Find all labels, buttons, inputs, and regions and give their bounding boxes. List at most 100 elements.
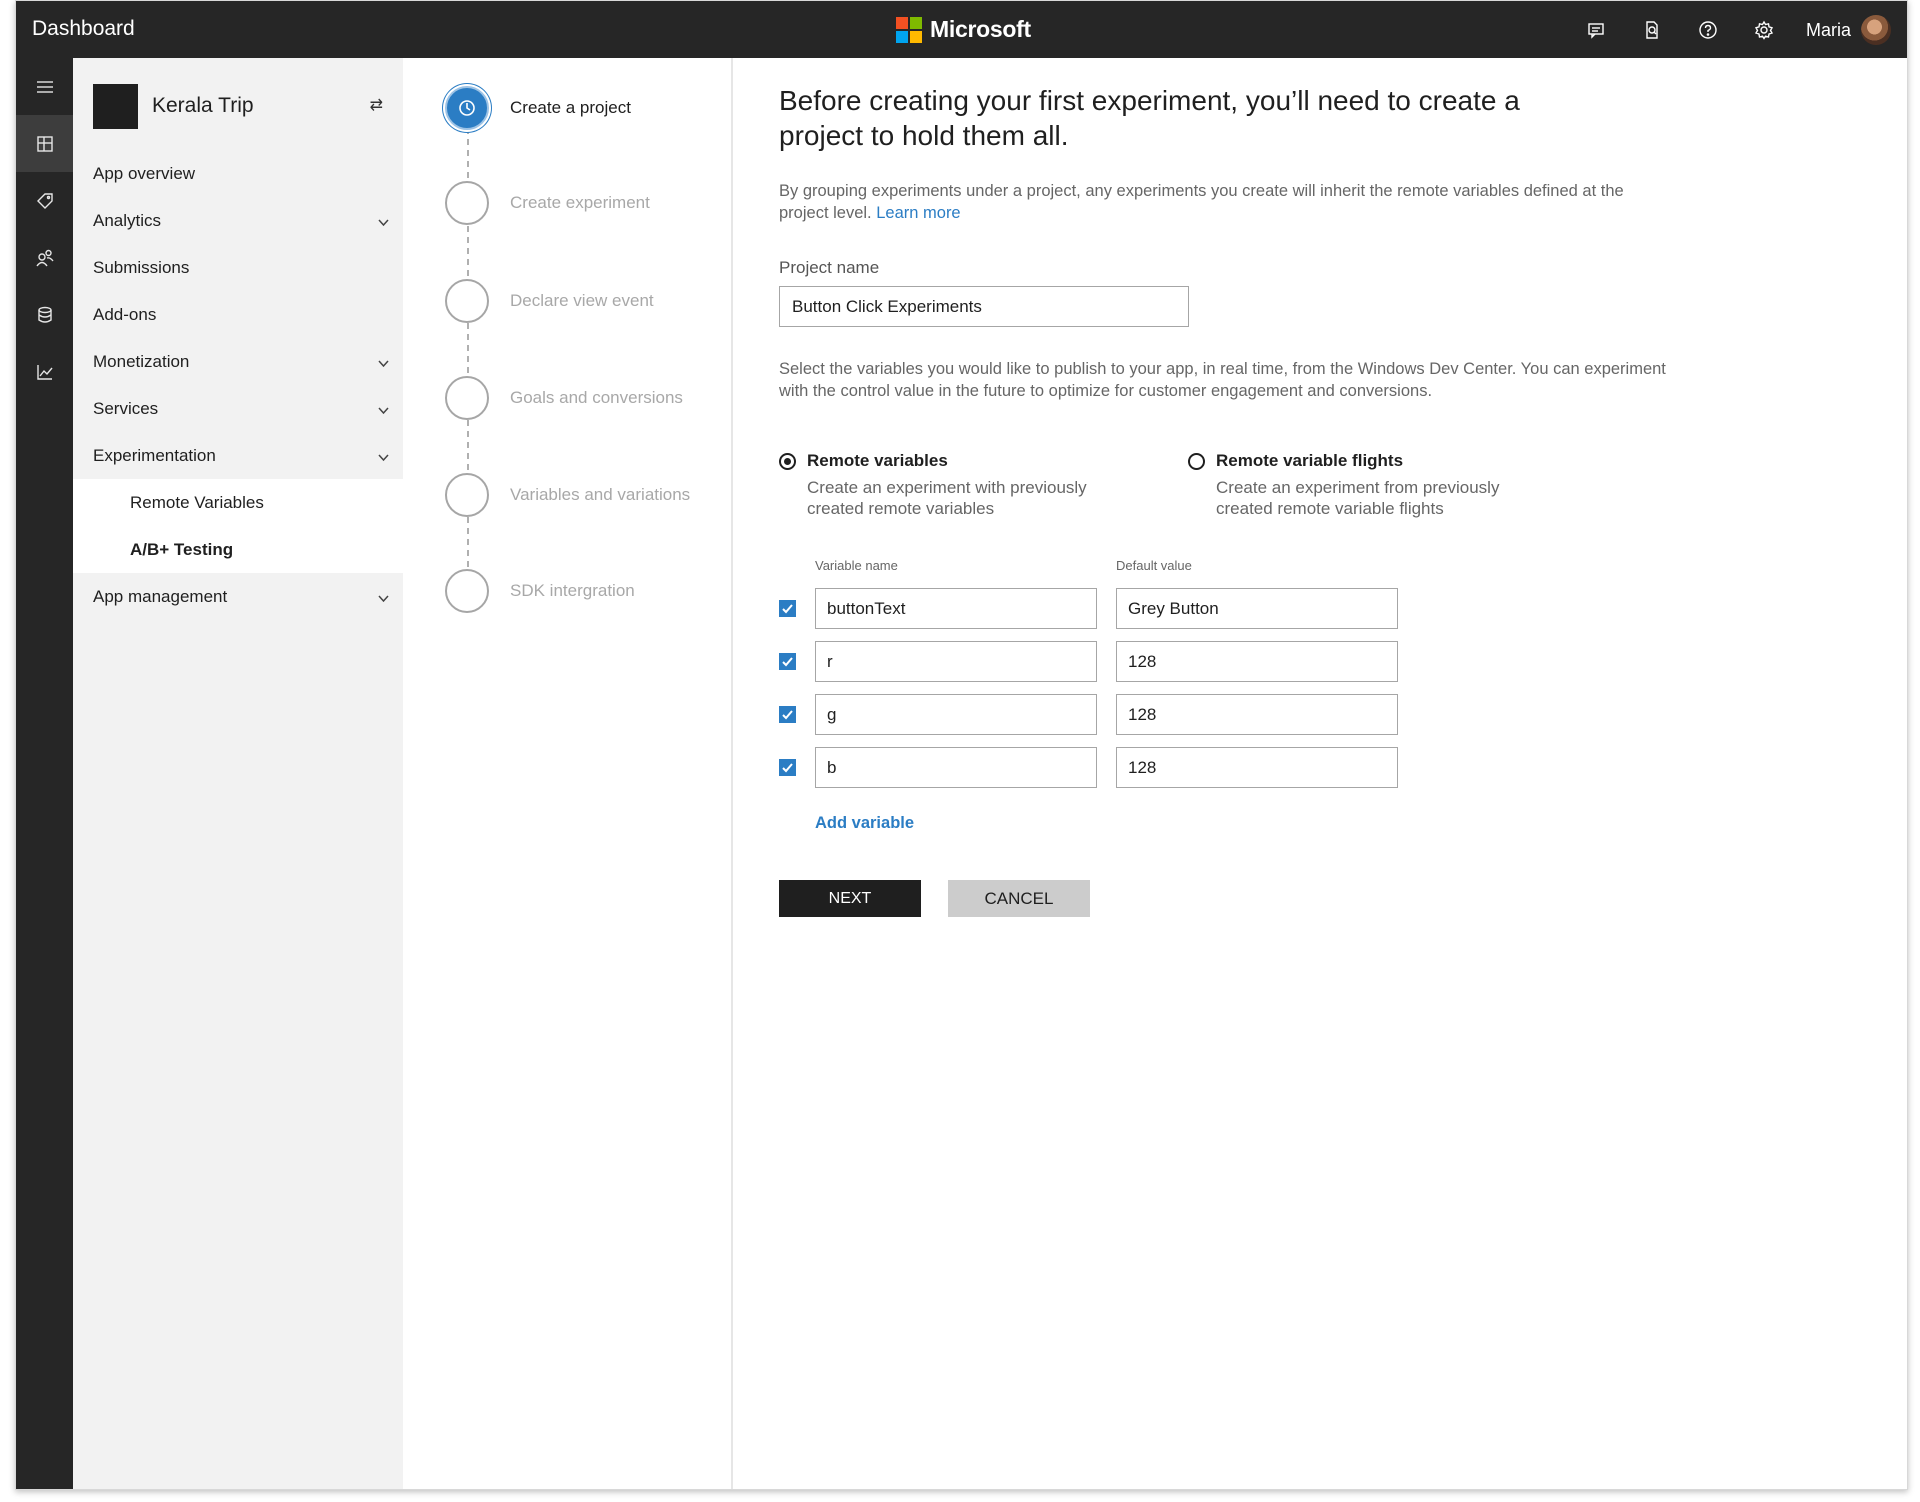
nav-item-label: Submissions	[93, 257, 190, 277]
default-value-input[interactable]	[1116, 641, 1398, 682]
variable-name-input[interactable]	[815, 694, 1097, 735]
checkbox-checked-icon[interactable]	[779, 653, 796, 670]
column-header-variable-name: Variable name	[815, 558, 898, 573]
step-circle	[445, 279, 489, 323]
step-variables-variations[interactable]: Variables and variations	[445, 472, 690, 518]
project-description: By grouping experiments under a project,…	[779, 180, 1659, 224]
microsoft-brand: Microsoft	[896, 16, 1031, 43]
settings-icon[interactable]	[1736, 13, 1792, 47]
chart-icon[interactable]	[16, 343, 73, 400]
feedback-icon[interactable]	[1568, 13, 1624, 47]
variable-name-input[interactable]	[815, 588, 1097, 629]
nav-list: App overview Analytics Submissions Add-o…	[73, 150, 403, 620]
nav-item-experimentation[interactable]: Experimentation	[73, 432, 403, 479]
nav-item-add-ons[interactable]: Add-ons	[73, 291, 403, 338]
radio-remote-variable-flights[interactable]: Remote variable flights Create an experi…	[1188, 451, 1528, 519]
hamburger-menu-icon[interactable]	[16, 58, 73, 115]
app-name: Kerala Trip	[152, 94, 254, 117]
help-icon[interactable]	[1680, 13, 1736, 47]
radio-selected-icon[interactable]	[779, 452, 796, 470]
clock-icon	[445, 86, 489, 130]
app-tile	[93, 83, 138, 129]
wizard-steps: Create a project Create experiment Decla…	[403, 58, 733, 1489]
radio-desc: Create an experiment with previously cre…	[807, 478, 1087, 518]
swap-app-icon[interactable]: ⇄	[370, 95, 383, 115]
step-label: SDK intergration	[510, 581, 635, 600]
variable-name-input[interactable]	[815, 747, 1097, 788]
page-title: Before creating your first experiment, y…	[779, 85, 1520, 151]
step-circle	[445, 376, 489, 420]
dashboard-icon[interactable]	[16, 115, 73, 172]
nav-item-label: Experimentation	[93, 445, 216, 465]
checkbox-checked-icon[interactable]	[779, 706, 796, 723]
radio-desc: Create an experiment from previously cre…	[1216, 478, 1500, 518]
user-name[interactable]: Maria	[1806, 20, 1851, 41]
project-name-label: Project name	[779, 258, 880, 277]
radio-unselected-icon[interactable]	[1188, 452, 1205, 470]
radio-remote-variables[interactable]: Remote variables Create an experiment wi…	[779, 451, 1119, 519]
dashboard-title[interactable]: Dashboard	[32, 17, 135, 41]
nav-item-label: Add-ons	[93, 304, 157, 324]
microsoft-logo-icon	[896, 16, 922, 43]
step-create-experiment[interactable]: Create experiment	[445, 180, 650, 226]
users-icon[interactable]	[16, 229, 73, 286]
app-header: Kerala Trip ⇄	[93, 83, 393, 129]
step-circle	[445, 569, 489, 613]
brand-name: Microsoft	[930, 16, 1031, 42]
step-connector	[467, 420, 469, 470]
learn-more-link[interactable]: Learn more	[876, 204, 960, 222]
tag-icon[interactable]	[16, 172, 73, 229]
checkbox-checked-icon[interactable]	[779, 600, 796, 617]
step-connector	[467, 323, 469, 373]
step-create-project[interactable]: Create a project	[445, 85, 631, 131]
nav-sub-ab-testing[interactable]: A/B+ Testing	[73, 526, 403, 573]
top-bar: Dashboard Microsoft Maria	[16, 1, 1907, 58]
nav-item-analytics[interactable]: Analytics	[73, 197, 403, 244]
add-variable-link[interactable]: Add variable	[815, 814, 914, 833]
step-connector	[467, 517, 469, 567]
chevron-down-icon	[378, 213, 389, 227]
step-sdk-integration[interactable]: SDK intergration	[445, 568, 635, 614]
radio-title: Remote variables	[807, 451, 948, 470]
icon-rail	[16, 58, 73, 1489]
project-name-input[interactable]	[779, 286, 1189, 327]
chevron-down-icon	[378, 448, 389, 462]
nav-item-label: App overview	[93, 163, 196, 183]
nav-item-submissions[interactable]: Submissions	[73, 244, 403, 291]
app-window: Dashboard Microsoft Maria Kerala Trip ⇄ …	[15, 0, 1908, 1490]
default-value-input[interactable]	[1116, 747, 1398, 788]
default-value-input[interactable]	[1116, 588, 1398, 629]
step-connector	[467, 128, 469, 178]
step-connector	[467, 226, 469, 276]
nav-item-label: Analytics	[93, 210, 162, 230]
nav-item-label: App management	[93, 586, 228, 606]
document-search-icon[interactable]	[1624, 13, 1680, 47]
nav-sub-remote-variables[interactable]: Remote Variables	[73, 479, 403, 526]
nav-sub-label: A/B+ Testing	[130, 539, 234, 559]
nav-item-app-management[interactable]: App management	[73, 573, 403, 620]
step-declare-view-event[interactable]: Declare view event	[445, 278, 654, 324]
radio-title: Remote variable flights	[1216, 451, 1404, 470]
cancel-button[interactable]: CANCEL	[948, 880, 1090, 917]
step-circle	[445, 473, 489, 517]
step-label: Create a project	[510, 98, 631, 117]
nav-item-app-overview[interactable]: App overview	[73, 150, 403, 197]
nav-item-monetization[interactable]: Monetization	[73, 338, 403, 385]
chevron-down-icon	[378, 589, 389, 603]
avatar[interactable]	[1861, 15, 1891, 45]
step-label: Goals and conversions	[510, 388, 683, 407]
default-value-input[interactable]	[1116, 694, 1398, 735]
column-header-default-value: Default value	[1116, 558, 1192, 573]
step-label: Variables and variations	[510, 485, 691, 504]
nav-item-label: Services	[93, 398, 159, 418]
chevron-down-icon	[378, 354, 389, 368]
step-goals-conversions[interactable]: Goals and conversions	[445, 375, 683, 421]
database-icon[interactable]	[16, 286, 73, 343]
variable-name-input[interactable]	[815, 641, 1097, 682]
next-button[interactable]: NEXT	[779, 880, 921, 917]
nav-item-services[interactable]: Services	[73, 385, 403, 432]
step-label: Create experiment	[510, 193, 650, 212]
step-label: Declare view event	[510, 291, 654, 310]
checkbox-checked-icon[interactable]	[779, 759, 796, 776]
main-content: Before creating your first experiment, y…	[735, 58, 1907, 1489]
